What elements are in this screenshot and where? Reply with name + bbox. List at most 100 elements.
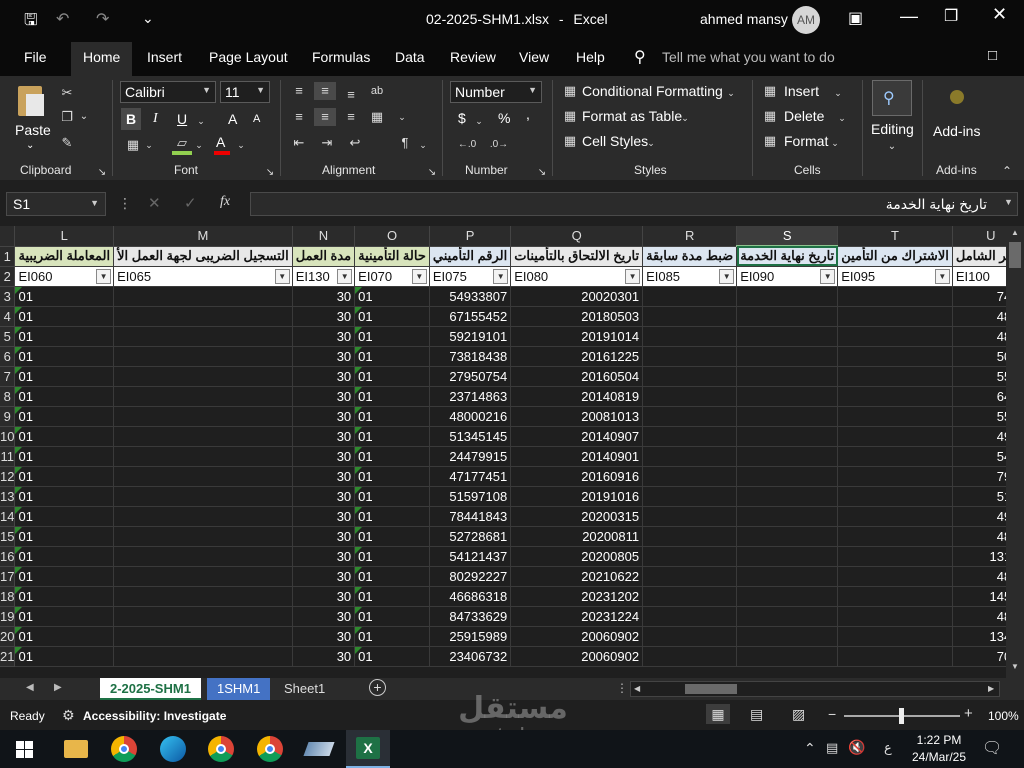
cell-s[interactable] [736,406,839,427]
cell-q[interactable]: 20140819 [510,386,644,407]
insert-cells-button[interactable]: Insert [784,83,819,99]
cell-m[interactable] [113,326,293,347]
close-icon[interactable]: ✕ [992,4,1007,25]
cell-r[interactable] [642,386,738,407]
cell-t[interactable] [837,466,953,487]
cell-r[interactable] [642,346,738,367]
cell-p[interactable]: 84733629 [429,606,512,627]
cut-icon[interactable]: ✂ [58,84,76,102]
windows-start-icon[interactable] [16,741,33,758]
cell-t[interactable] [837,646,953,667]
cell-m[interactable] [113,386,293,407]
cell-n[interactable]: 30 [292,646,356,667]
addins-icon[interactable] [950,90,964,104]
header-cell-t[interactable]: الاشتراك من التأمين [837,246,953,267]
editing-button[interactable]: ⚲ [872,80,912,116]
comments-icon[interactable]: □ [988,47,997,64]
cell-n[interactable]: 30 [292,326,356,347]
cell-u[interactable]: 7000 [952,646,1006,667]
cell-u[interactable]: 14500 [952,586,1006,607]
chrome-profile-icon[interactable] [208,736,234,762]
cell-n[interactable]: 30 [292,306,356,327]
row-header[interactable]: 1 [0,246,16,267]
cell-s[interactable] [736,306,839,327]
cell-n[interactable]: 30 [292,506,356,527]
cell-t[interactable] [837,586,953,607]
copy-dropdown-icon[interactable]: ⌄ [78,108,90,126]
cell-m[interactable] [113,486,293,507]
cell-u[interactable]: 4800 [952,606,1006,627]
scroll-right-icon[interactable]: ▶ [988,684,994,693]
horizontal-scroll-thumb[interactable] [685,684,737,694]
cell-p[interactable]: 47177451 [429,466,512,487]
tab-home[interactable]: Home [71,42,133,76]
cell-t[interactable] [837,346,953,367]
cell-q[interactable]: 20060902 [510,626,644,647]
cell-r[interactable] [642,526,738,547]
cell-r[interactable] [642,506,738,527]
cell-t[interactable] [837,286,953,307]
cell-s[interactable] [736,466,839,487]
cell-t[interactable] [837,406,953,427]
cell-o[interactable]: 01 [354,466,430,487]
chevron-down-icon[interactable]: ⌄ [832,84,844,102]
cell-p[interactable]: 78441843 [429,506,512,527]
header-cell-m[interactable]: التسجيل الضريبى لجهة العمل الأ [113,246,293,267]
cell-r[interactable] [642,626,738,647]
bold-button[interactable]: B [121,108,141,130]
cell-u[interactable]: 4900 [952,506,1006,527]
cell-r[interactable] [642,606,738,627]
cell-m[interactable] [113,306,293,327]
app-shortcut-icon[interactable] [303,742,335,756]
cell-l[interactable]: 01 [14,426,115,447]
filter-dropdown-icon[interactable]: ▼ [96,268,112,284]
row-header[interactable]: 12 [0,466,16,487]
cell-p[interactable]: 23406732 [429,646,512,667]
shrink-font-button[interactable]: A [253,113,260,125]
cell-o[interactable]: 01 [354,486,430,507]
chevron-down-icon[interactable]: ⌄ [830,134,840,152]
conditional-formatting-button[interactable]: Conditional Formatting [582,83,723,99]
cell-q[interactable]: 20191016 [510,486,644,507]
row-header[interactable]: 6 [0,346,16,367]
cell-q[interactable]: 20081013 [510,406,644,427]
cell-r[interactable] [642,646,738,667]
cell-u[interactable]: 7400 [952,286,1006,307]
cell-t[interactable] [837,526,953,547]
column-header-q[interactable]: Q [510,226,644,247]
merge-dropdown-icon[interactable]: ⌄ [396,108,408,126]
cell-s[interactable] [736,326,839,347]
cell-u[interactable]: 7900 [952,466,1006,487]
cell-q[interactable]: 20060902 [510,646,644,667]
cell-r[interactable] [642,466,738,487]
cell-u[interactable]: 4800 [952,566,1006,587]
cell-n[interactable]: 30 [292,286,356,307]
page-break-view-icon[interactable]: ▨ [792,706,805,723]
cell-p[interactable]: 59219101 [429,326,512,347]
cell-l[interactable]: 01 [14,326,115,347]
align-bottom-icon[interactable]: ≡ [342,86,360,104]
comma-button[interactable]: , [526,106,530,122]
notifications-icon[interactable]: 🗨 [982,738,1002,758]
format-cells-button[interactable]: Format [784,133,828,149]
sheet-tab-sheet1[interactable]: Sheet1 [274,678,335,700]
undo-icon[interactable]: ↶ [56,9,69,29]
code-cell-s[interactable]: EI090 ▼ [736,266,839,287]
grow-font-button[interactable]: A [228,111,237,127]
cell-s[interactable] [736,606,839,627]
paste-dropdown-icon[interactable]: ⌄ [26,140,34,151]
scroll-up-icon[interactable]: ▲ [1011,228,1019,237]
tab-view[interactable]: View [519,49,549,65]
row-header[interactable]: 8 [0,386,16,407]
code-cell-m[interactable]: EI065 ▼ [113,266,293,287]
cell-s[interactable] [736,566,839,587]
redo-icon[interactable]: ↷ [96,9,109,29]
cell-r[interactable] [642,586,738,607]
add-sheet-icon[interactable]: + [369,679,386,696]
cell-m[interactable] [113,526,293,547]
cell-l[interactable]: 01 [14,646,115,667]
currency-dropdown-icon[interactable]: ⌄ [474,112,484,130]
cell-n[interactable]: 30 [292,366,356,387]
row-header[interactable]: 9 [0,406,16,427]
edge-icon[interactable] [160,736,186,762]
